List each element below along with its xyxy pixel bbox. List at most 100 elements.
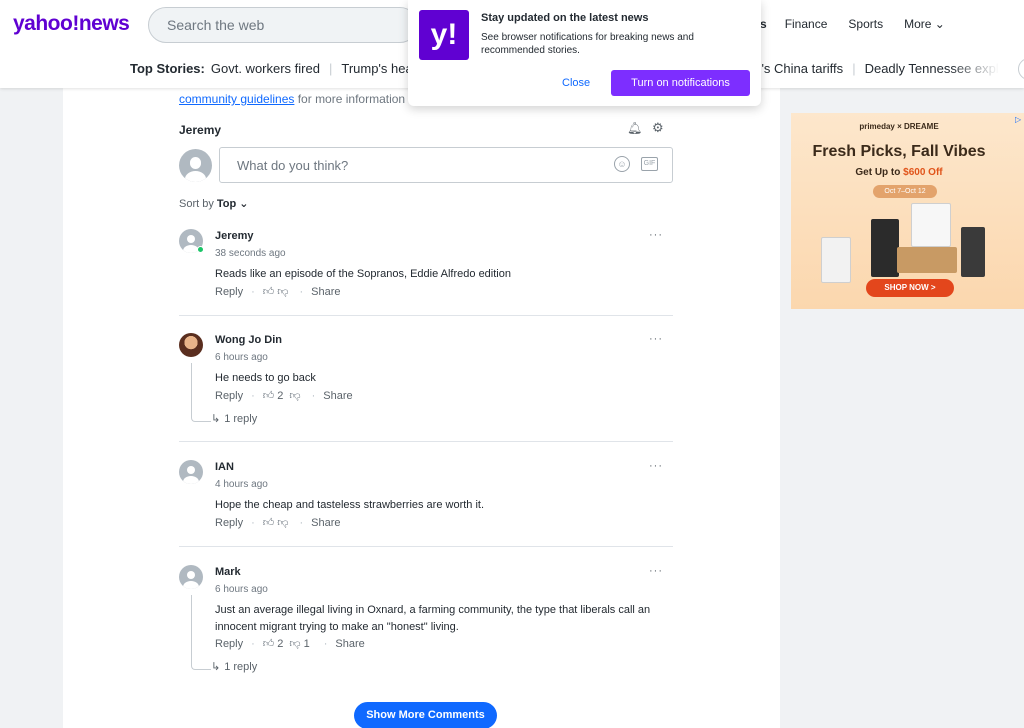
thumbs-up-icon[interactable]: 👍︎ xyxy=(263,389,275,402)
current-user-row: Jeremy 🔔︎ ⚙ xyxy=(179,120,673,137)
comment-composer[interactable]: ☺ GIF xyxy=(219,147,673,183)
thumbs-up-icon[interactable]: 👍︎ xyxy=(263,285,275,298)
ad-subtitle-prefix: Get Up to xyxy=(855,167,904,178)
more-options-icon[interactable]: ··· xyxy=(649,229,663,241)
reply-button[interactable]: Reply xyxy=(215,517,243,529)
thumbs-down-icon[interactable]: 👎︎ xyxy=(289,637,300,650)
comment-input[interactable] xyxy=(237,157,597,173)
action-separator: · xyxy=(299,285,304,298)
action-separator: · xyxy=(251,637,255,650)
thread-line xyxy=(191,363,211,422)
ad-dates: Oct 7–Oct 12 xyxy=(873,185,937,198)
emoji-icon[interactable]: ☺ xyxy=(614,156,630,172)
ad-subtitle: Get Up to $600 Off xyxy=(791,167,1007,178)
popup-title: Stay updated on the latest news xyxy=(481,12,649,24)
top-nav: s Finance Sports More ⌄ xyxy=(760,17,966,31)
comment-text: He needs to go back xyxy=(215,372,316,384)
composer-avatar xyxy=(179,149,212,182)
guidelines-suffix: for more information xyxy=(294,92,406,106)
gif-icon[interactable]: GIF xyxy=(641,157,658,171)
nav-link-finance[interactable]: Finance xyxy=(785,17,828,31)
comment-actions: Reply · 👍︎ 2 👎︎ · Share xyxy=(215,389,353,403)
current-user-name: Jeremy xyxy=(179,123,222,137)
replies-link[interactable]: ↳ 1 reply xyxy=(211,412,257,425)
share-button[interactable]: Share xyxy=(311,517,340,529)
comment-author[interactable]: Wong Jo Din xyxy=(215,334,282,346)
comment-actions: Reply · 👍︎ 👎︎ · Share xyxy=(215,516,341,530)
sort-control[interactable]: Sort by Top ⌄ xyxy=(179,197,249,210)
comment-divider xyxy=(179,315,673,316)
more-options-icon[interactable]: ··· xyxy=(649,333,663,345)
more-options-icon[interactable]: ··· xyxy=(649,565,663,577)
ad-product-image xyxy=(821,201,997,289)
share-button[interactable]: Share xyxy=(323,390,352,402)
reply-button[interactable]: Reply xyxy=(215,390,243,402)
gear-icon[interactable]: ⚙ xyxy=(652,120,664,136)
avatar[interactable] xyxy=(179,333,203,357)
comment-time: 38 seconds ago xyxy=(215,248,286,259)
comment-time: 4 hours ago xyxy=(215,479,268,490)
nav-link-sports[interactable]: Sports xyxy=(848,17,883,31)
nav-link-partial[interactable]: s xyxy=(760,17,767,31)
search-input[interactable] xyxy=(167,17,397,33)
comment: Wong Jo Din 6 hours ago He needs to go b… xyxy=(179,333,673,428)
comment-time: 6 hours ago xyxy=(215,352,268,363)
nav-link-more[interactable]: More ⌄ xyxy=(904,17,945,31)
like-count: 2 xyxy=(277,389,284,402)
action-separator: · xyxy=(251,285,255,298)
comment-text: Reads like an episode of the Sopranos, E… xyxy=(215,268,511,280)
action-separator: · xyxy=(311,389,316,402)
comment-divider xyxy=(179,546,673,547)
ad-choices-icon[interactable]: ▷ xyxy=(1015,115,1021,124)
action-separator: · xyxy=(251,389,255,402)
online-indicator xyxy=(197,246,204,253)
popup-body: See browser notifications for breaking n… xyxy=(481,32,694,56)
replies-count[interactable]: 1 reply xyxy=(224,413,257,425)
avatar[interactable] xyxy=(179,460,203,484)
comment-time: 6 hours ago xyxy=(215,584,268,595)
comment-author[interactable]: Jeremy xyxy=(215,230,254,242)
replies-link[interactable]: ↳ 1 reply xyxy=(211,660,257,673)
top-story-link[interactable]: 's China tariffs xyxy=(761,61,843,76)
yahoo-news-logo[interactable]: yahoo!news xyxy=(13,12,130,36)
comment-text: Just an average illegal living in Oxnard… xyxy=(215,604,651,633)
thumbs-down-icon[interactable]: 👎︎ xyxy=(277,285,288,298)
popup-close-button[interactable]: Close xyxy=(562,77,590,89)
sort-label: Sort by xyxy=(179,198,217,210)
product-vacuum xyxy=(961,227,985,277)
product-vacuum xyxy=(911,203,951,247)
share-button[interactable]: Share xyxy=(311,286,340,298)
more-options-icon[interactable]: ··· xyxy=(649,460,663,472)
thumbs-down-icon[interactable]: 👎︎ xyxy=(277,516,288,529)
thumbs-down-icon[interactable]: 👎︎ xyxy=(289,389,300,402)
avatar[interactable] xyxy=(179,565,203,589)
advertisement[interactable]: ▷ primeday × DREAME Fresh Picks, Fall Vi… xyxy=(791,113,1024,309)
thumbs-up-icon[interactable]: 👍︎ xyxy=(263,637,275,650)
share-button[interactable]: Share xyxy=(335,638,364,650)
reply-arrow-icon: ↳ xyxy=(211,413,221,425)
product-vacuum xyxy=(821,237,851,283)
show-more-comments-button[interactable]: Show More Comments xyxy=(354,702,497,728)
ad-brand: primeday × DREAME xyxy=(859,122,939,131)
comment-actions: Reply · 👍︎ 2 👎︎ 1 · Share xyxy=(215,637,365,651)
action-separator: · xyxy=(251,516,255,529)
top-story-link[interactable]: Govt. workers fired xyxy=(211,61,320,76)
story-divider: | xyxy=(328,61,333,76)
thread-line xyxy=(191,595,211,670)
thumbs-up-icon[interactable]: 👍︎ xyxy=(263,516,275,529)
turn-on-notifications-button[interactable]: Turn on notifications xyxy=(611,70,750,96)
community-guidelines-link[interactable]: community guidelines xyxy=(179,92,294,106)
comment-author[interactable]: IAN xyxy=(215,461,234,473)
reply-button[interactable]: Reply xyxy=(215,638,243,650)
reply-button[interactable]: Reply xyxy=(215,286,243,298)
sort-value[interactable]: Top ⌄ xyxy=(217,198,249,210)
ad-shop-now-button[interactable]: SHOP NOW > xyxy=(866,279,954,297)
comment-author[interactable]: Mark xyxy=(215,566,241,578)
replies-count[interactable]: 1 reply xyxy=(224,661,257,673)
ad-title: Fresh Picks, Fall Vibes xyxy=(812,143,986,160)
comment: IAN 4 hours ago Hope the cheap and taste… xyxy=(179,460,673,530)
search-bar[interactable] xyxy=(148,7,418,43)
bell-icon[interactable]: 🔔︎ xyxy=(627,121,642,135)
ad-price: $600 Off xyxy=(903,167,943,178)
comment-text: Hope the cheap and tasteless strawberrie… xyxy=(215,499,485,511)
